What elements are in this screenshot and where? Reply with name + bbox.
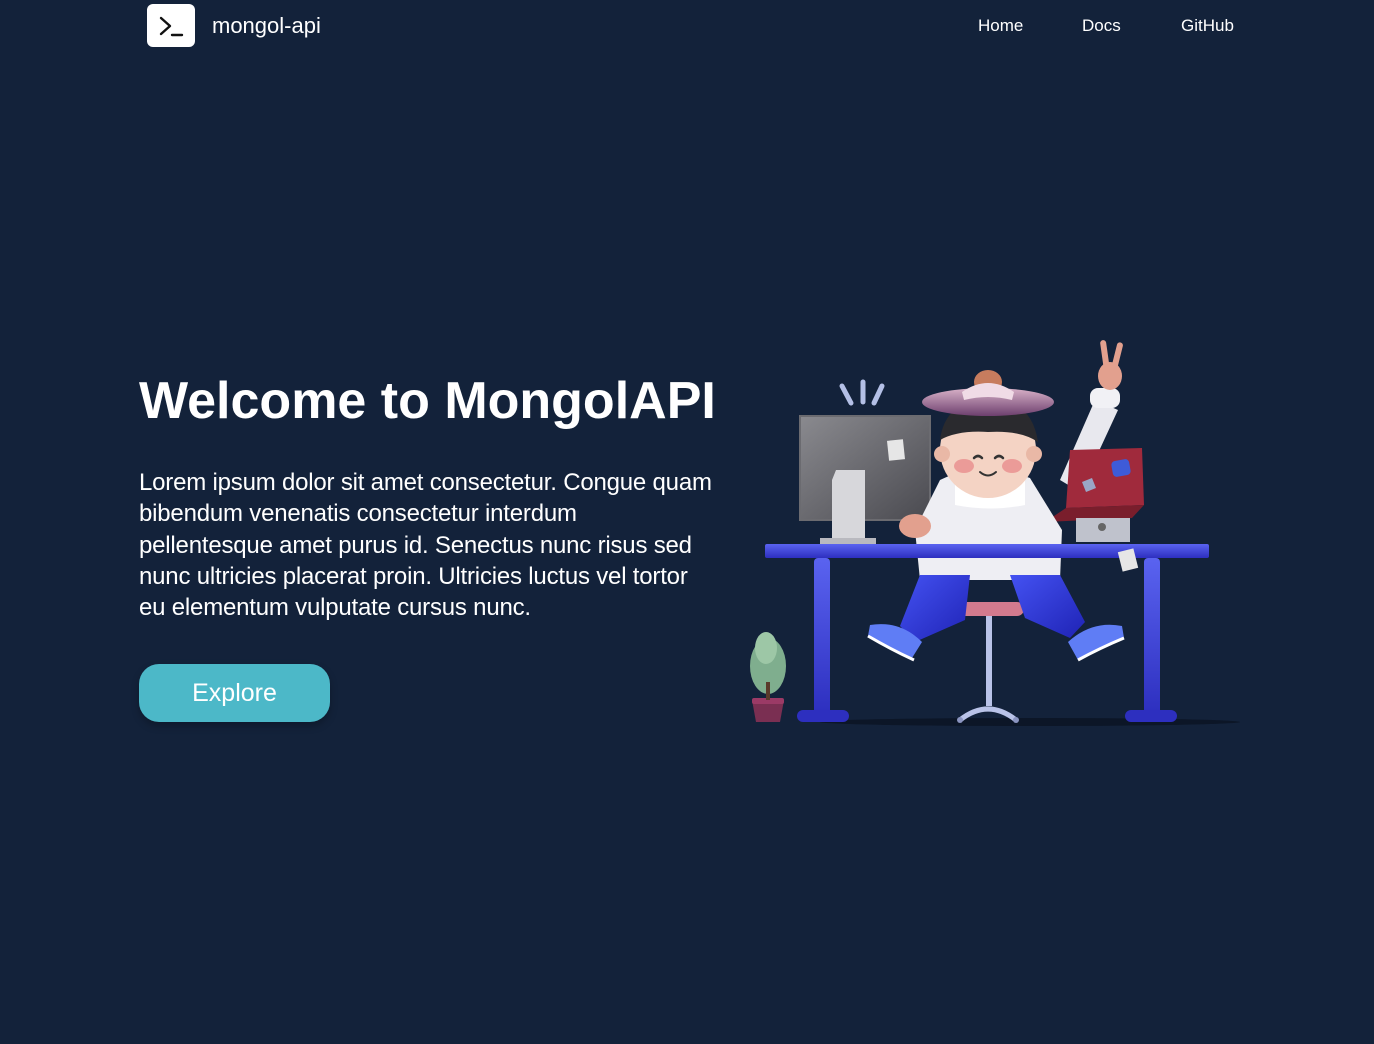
- plant: [750, 632, 786, 722]
- character-hat: [922, 370, 1054, 416]
- hero-title: Welcome to MongolAPI: [139, 372, 716, 430]
- sparkle-lines: [839, 379, 885, 406]
- nav-docs-link[interactable]: Docs: [1082, 15, 1121, 37]
- brand-name[interactable]: mongol-api: [212, 12, 321, 40]
- hero-description: Lorem ipsum dolor sit amet consectetur. …: [139, 469, 712, 622]
- floor-shadow: [820, 718, 1240, 726]
- desk-leg-left: [814, 558, 830, 714]
- logo[interactable]: [147, 4, 195, 47]
- developer-at-desk-illustration: [750, 340, 1240, 726]
- nav-github-link[interactable]: GitHub: [1181, 15, 1234, 37]
- desk-leg-right: [1144, 558, 1160, 714]
- desk-top: [765, 544, 1209, 558]
- terminal-prompt-icon: [159, 16, 184, 36]
- explore-button[interactable]: Explore: [139, 664, 330, 722]
- landing-page: mongol-api Home Docs GitHub Welcome to M…: [0, 0, 1374, 1044]
- character-legs: [867, 575, 1125, 662]
- nav-home-link[interactable]: Home: [978, 15, 1023, 37]
